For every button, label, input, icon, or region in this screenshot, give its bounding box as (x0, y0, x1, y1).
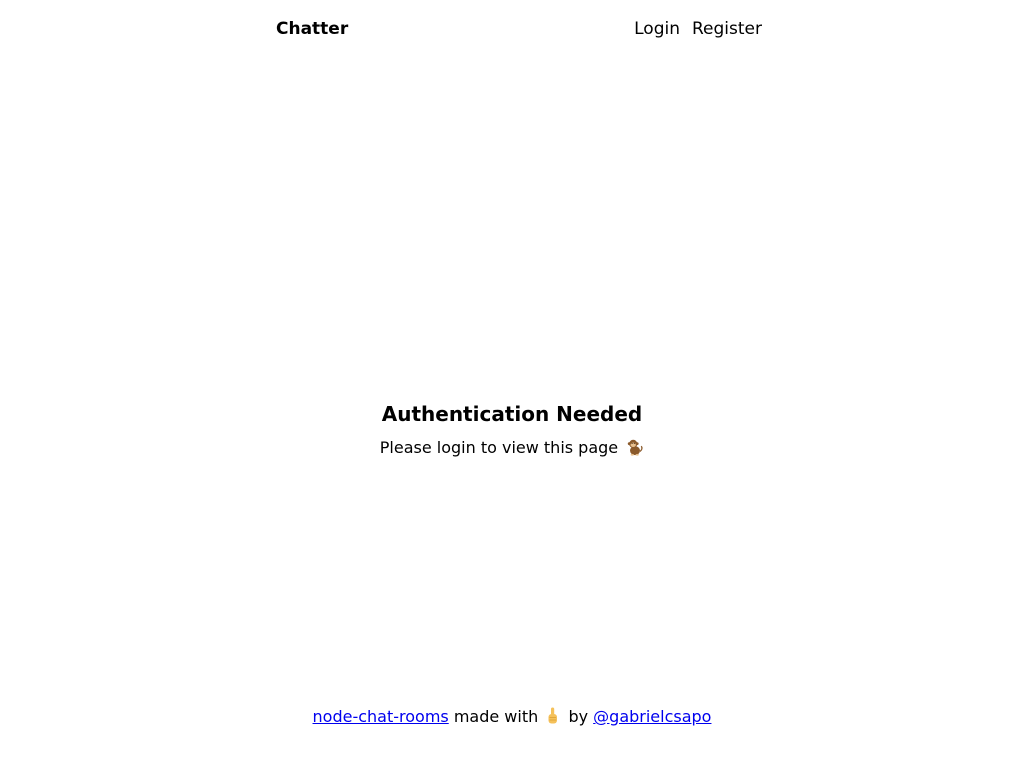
page-title: Authentication Needed (381, 402, 643, 426)
author-link[interactable]: @gabrielcsapo (593, 707, 711, 726)
footer-made-with-text: made with (453, 707, 539, 726)
auth-required-panel: Authentication Needed Please login to vi… (0, 398, 1024, 460)
register-link[interactable]: Register (692, 19, 762, 39)
nav-links: Login Register (634, 19, 762, 39)
monkey-icon (628, 439, 643, 456)
navbar: Chatter Login Register (0, 0, 1024, 58)
project-link[interactable]: node-chat-rooms (313, 707, 449, 726)
pointing-finger-icon (548, 707, 558, 724)
footer-by-text: by (568, 707, 589, 726)
footer: node-chat-rooms made with by @gabrielcsa… (0, 704, 1024, 730)
login-link[interactable]: Login (634, 19, 680, 39)
login-message-text: Please login to view this page (379, 438, 619, 457)
login-message: Please login to view this page (0, 436, 1024, 460)
brand-link[interactable]: Chatter (276, 19, 348, 39)
page: Chatter Login Register Authentication Ne… (0, 0, 1024, 768)
